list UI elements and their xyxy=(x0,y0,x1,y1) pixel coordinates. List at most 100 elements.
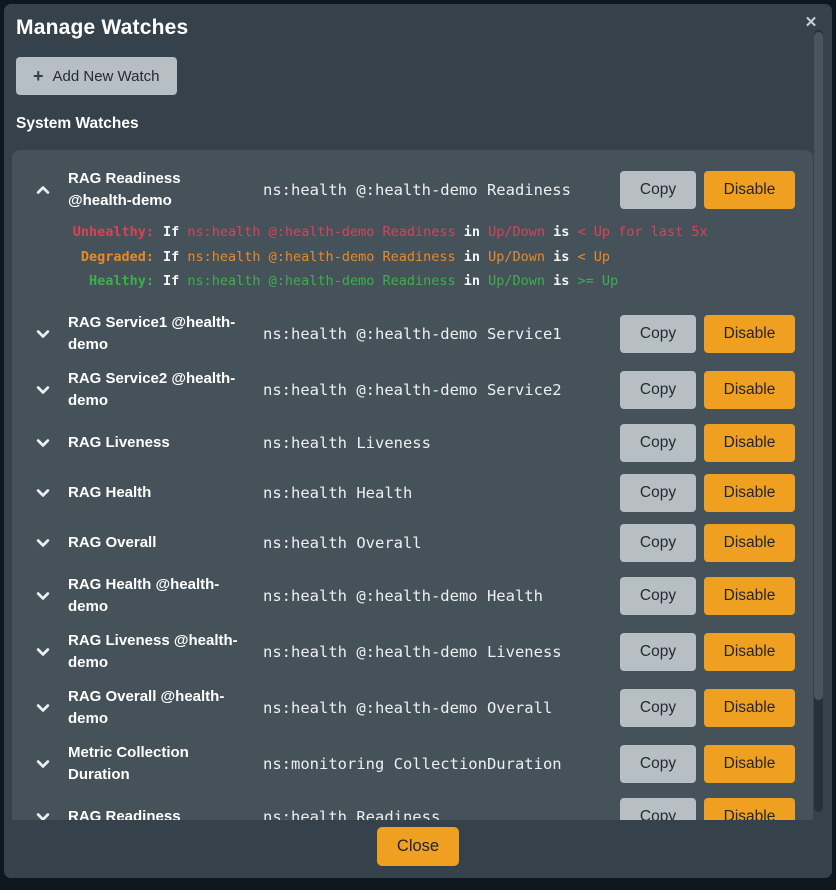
page-title: Manage Watches xyxy=(16,16,188,40)
chevron-down-icon[interactable] xyxy=(36,436,50,450)
condition-label: Unhealthy: xyxy=(72,220,154,245)
condition-value: >= Up xyxy=(578,273,619,289)
chevron-down-icon[interactable] xyxy=(36,645,50,659)
condition-value: Up/Down xyxy=(488,224,545,240)
watch-query: ns:health @:health-demo Liveness xyxy=(263,643,612,661)
disable-button[interactable]: Disable xyxy=(704,524,795,562)
watch-name: RAG Service1 @health-demo xyxy=(68,312,246,356)
copy-button[interactable]: Copy xyxy=(620,745,696,783)
disable-button[interactable]: Disable xyxy=(704,745,795,783)
copy-button[interactable]: Copy xyxy=(620,633,696,671)
condition-keyword: in xyxy=(456,273,489,289)
disable-button[interactable]: Disable xyxy=(704,633,795,671)
watch-conditions: Unhealthy: If ns:health @:health-demo Rea… xyxy=(12,218,813,306)
condition-value: Up/Down xyxy=(488,273,545,289)
copy-button[interactable]: Copy xyxy=(620,577,696,615)
watch-query: ns:health @:health-demo Service2 xyxy=(263,381,612,399)
copy-button[interactable]: Copy xyxy=(620,315,696,353)
watch-query: ns:health Overall xyxy=(263,534,612,552)
watch-name: Metric Collection Duration xyxy=(68,742,246,786)
watch-row: RAG Service2 @health-demo ns:health @:he… xyxy=(12,362,813,418)
copy-button[interactable]: Copy xyxy=(620,524,696,562)
watch-row: RAG Liveness @health-demo ns:health @:he… xyxy=(12,624,813,680)
add-new-watch-label: Add New Watch xyxy=(53,68,160,85)
watch-row: RAG Readiness @health-demo ns:health @:h… xyxy=(12,162,813,306)
watch-query: ns:monitoring CollectionDuration xyxy=(263,755,612,773)
condition-value: < Up xyxy=(578,249,611,265)
disable-button[interactable]: Disable xyxy=(704,171,795,209)
condition-keyword: is xyxy=(545,249,578,265)
condition-line: Degraded: If ns:health @:health-demo Read… xyxy=(72,245,813,270)
copy-button[interactable]: Copy xyxy=(620,371,696,409)
close-button[interactable]: Close xyxy=(377,827,459,866)
chevron-down-icon[interactable] xyxy=(36,486,50,500)
condition-keyword: is xyxy=(545,273,578,289)
watch-query: ns:health Readiness xyxy=(263,808,612,821)
condition-keyword: in xyxy=(456,224,489,240)
condition-value: ns:health @:health-demo Readiness xyxy=(187,249,455,265)
chevron-down-icon[interactable] xyxy=(36,327,50,341)
scrollbar-track[interactable] xyxy=(814,30,823,812)
watch-name: RAG Overall @health-demo xyxy=(68,686,246,730)
watch-row: RAG Overall @health-demo ns:health @:hea… xyxy=(12,680,813,736)
chevron-down-icon[interactable] xyxy=(36,383,50,397)
watch-row: RAG Health @health-demo ns:health @:heal… xyxy=(12,568,813,624)
watch-query: ns:health @:health-demo Readiness xyxy=(263,181,612,199)
watch-name: RAG Health @health-demo xyxy=(68,574,246,618)
watch-name: RAG Overall xyxy=(68,532,246,554)
scrollbar-thumb[interactable] xyxy=(814,32,823,700)
watch-list: RAG Readiness @health-demo ns:health @:h… xyxy=(12,150,813,820)
disable-button[interactable]: Disable xyxy=(704,424,795,462)
watch-query: ns:health Health xyxy=(263,484,612,502)
copy-button[interactable]: Copy xyxy=(620,798,696,821)
watch-query: ns:health @:health-demo Overall xyxy=(263,699,612,717)
copy-button[interactable]: Copy xyxy=(620,171,696,209)
condition-value: ns:health @:health-demo Readiness xyxy=(187,273,455,289)
condition-label: Healthy: xyxy=(72,269,154,294)
chevron-down-icon[interactable] xyxy=(36,701,50,715)
condition-value: < Up for last 5x xyxy=(578,224,708,240)
condition-line: Unhealthy: If ns:health @:health-demo Rea… xyxy=(72,220,813,245)
condition-keyword: is xyxy=(545,224,578,240)
watch-name: RAG Health xyxy=(68,482,246,504)
copy-button[interactable]: Copy xyxy=(620,689,696,727)
disable-button[interactable]: Disable xyxy=(704,315,795,353)
section-title: System Watches xyxy=(16,115,139,133)
watch-query: ns:health @:health-demo Service1 xyxy=(263,325,612,343)
condition-value: ns:health @:health-demo Readiness xyxy=(187,224,455,240)
chevron-down-icon[interactable] xyxy=(36,536,50,550)
chevron-down-icon[interactable] xyxy=(36,757,50,771)
watch-query: ns:health Liveness xyxy=(263,434,612,452)
plus-icon: + xyxy=(33,67,44,85)
add-new-watch-button[interactable]: + Add New Watch xyxy=(16,57,177,95)
chevron-up-icon[interactable] xyxy=(36,183,50,197)
watch-name: RAG Liveness xyxy=(68,432,246,454)
disable-button[interactable]: Disable xyxy=(704,371,795,409)
copy-button[interactable]: Copy xyxy=(620,474,696,512)
condition-value: Up/Down xyxy=(488,249,545,265)
watch-row: Metric Collection Duration ns:monitoring… xyxy=(12,736,813,792)
watch-name: RAG Liveness @health-demo xyxy=(68,630,246,674)
watch-query: ns:health @:health-demo Health xyxy=(263,587,612,605)
disable-button[interactable]: Disable xyxy=(704,474,795,512)
condition-keyword: If xyxy=(163,249,187,265)
condition-keyword: in xyxy=(456,249,489,265)
disable-button[interactable]: Disable xyxy=(704,689,795,727)
watch-name: RAG Service2 @health-demo xyxy=(68,368,246,412)
watch-name: RAG Readiness xyxy=(68,806,246,821)
watch-name: RAG Readiness @health-demo xyxy=(68,168,246,212)
watch-row: RAG Readiness ns:health Readiness Copy D… xyxy=(12,792,813,821)
chevron-down-icon[interactable] xyxy=(36,810,50,821)
disable-button[interactable]: Disable xyxy=(704,577,795,615)
condition-line: Healthy:If ns:health @:health-demo Readi… xyxy=(72,269,813,294)
disable-button[interactable]: Disable xyxy=(704,798,795,821)
watch-row: RAG Service1 @health-demo ns:health @:he… xyxy=(12,306,813,362)
chevron-down-icon[interactable] xyxy=(36,589,50,603)
condition-keyword: If xyxy=(163,224,187,240)
watch-row: RAG Liveness ns:health Liveness Copy Dis… xyxy=(12,418,813,468)
watch-row: RAG Overall ns:health Overall Copy Disab… xyxy=(12,518,813,568)
condition-label: Degraded: xyxy=(72,245,154,270)
copy-button[interactable]: Copy xyxy=(620,424,696,462)
watch-row: RAG Health ns:health Health Copy Disable xyxy=(12,468,813,518)
manage-watches-modal: Manage Watches ✕ + Add New Watch System … xyxy=(4,4,832,878)
